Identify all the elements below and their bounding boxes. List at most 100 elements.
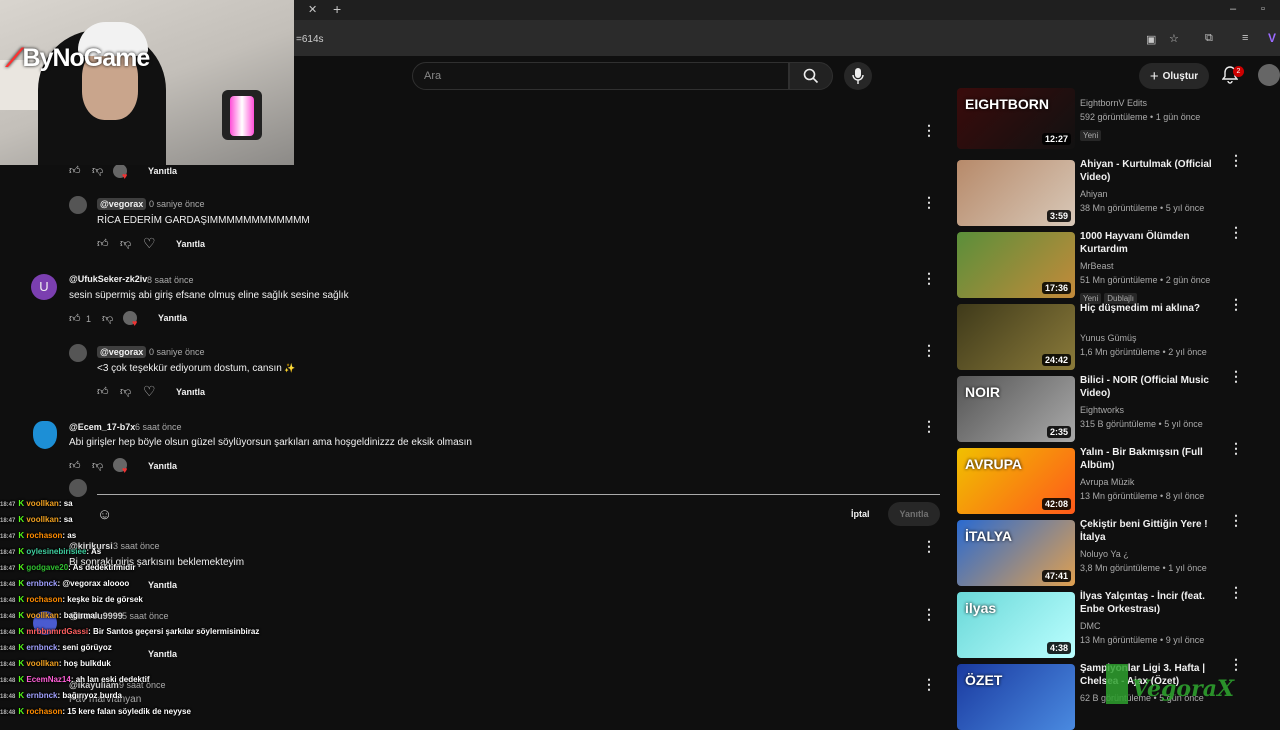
video-menu-icon[interactable]: ⋮: [1229, 512, 1243, 529]
comment-menu-icon[interactable]: ⋮: [922, 270, 936, 287]
video-thumbnail[interactable]: EIGHTBORN 12:27: [957, 88, 1075, 149]
video-title[interactable]: Yalın - Bir Bakmışsın (Full Albüm): [1080, 446, 1220, 472]
minimize-icon[interactable]: –: [1230, 3, 1236, 15]
dislike-icon[interactable]: 👎︎: [120, 237, 131, 250]
reply-button[interactable]: Yanıtla: [158, 313, 187, 323]
video-thumbnail[interactable]: 24:42: [957, 304, 1075, 370]
chat-username[interactable]: rochason: [26, 595, 62, 604]
video-thumbnail[interactable]: AVRUPA 42:08: [957, 448, 1075, 514]
like-icon[interactable]: 👍︎: [97, 385, 109, 398]
like-icon[interactable]: 👍︎: [97, 237, 109, 250]
chat-username[interactable]: godgave20: [26, 563, 68, 572]
reply-button[interactable]: Yanıtla: [148, 166, 177, 176]
channel-name[interactable]: Eightworks: [1080, 403, 1124, 417]
comment-menu-icon[interactable]: ⋮: [922, 538, 936, 555]
comment-menu-icon[interactable]: ⋮: [922, 122, 936, 139]
comment-time[interactable]: 3 saat önce: [113, 541, 160, 551]
video-title[interactable]: Ahiyan - Kurtulmak (Official Video): [1080, 158, 1220, 184]
comment-time[interactable]: 0 saniye önce: [149, 347, 205, 357]
profile-icon[interactable]: V: [1268, 31, 1276, 45]
create-button[interactable]: + Oluştur: [1139, 63, 1209, 89]
chat-username[interactable]: ernbnck: [26, 579, 57, 588]
install-icon[interactable]: ▣: [1146, 33, 1156, 46]
reply-input[interactable]: [97, 494, 940, 495]
channel-name[interactable]: Avrupa Müzik: [1080, 475, 1134, 489]
chat-username[interactable]: ernbnck: [26, 643, 57, 652]
chat-username[interactable]: voollkan: [26, 499, 58, 508]
heart-outline-icon[interactable]: ♡: [143, 235, 156, 252]
video-menu-icon[interactable]: ⋮: [1229, 224, 1243, 241]
video-thumbnail[interactable]: 17:36: [957, 232, 1075, 298]
chat-username[interactable]: rochason: [26, 707, 62, 716]
comment-time[interactable]: 8 saat önce: [147, 275, 194, 285]
comment-author[interactable]: @vegorax: [97, 346, 147, 358]
reply-button[interactable]: Yanıtla: [148, 461, 177, 471]
comment-time[interactable]: 0 saniye önce: [149, 199, 205, 209]
video-title[interactable]: Bilici - NOIR (Official Music Video): [1080, 374, 1220, 400]
reply-button[interactable]: Yanıtla: [176, 239, 205, 249]
comment-author[interactable]: @Ecem_17-b7x: [69, 422, 135, 432]
emoji-picker-icon[interactable]: ☺: [97, 506, 112, 523]
video-thumbnail[interactable]: 3:59: [957, 160, 1075, 226]
dislike-icon[interactable]: 👎︎: [102, 312, 113, 325]
reading-list-icon[interactable]: ≡: [1242, 32, 1248, 44]
comment-menu-icon[interactable]: ⋮: [922, 418, 936, 435]
chat-username[interactable]: voollkan: [26, 659, 58, 668]
video-thumbnail[interactable]: ilyas 4:38: [957, 592, 1075, 658]
comment-menu-icon[interactable]: ⋮: [922, 342, 936, 359]
channel-name[interactable]: DMC: [1080, 619, 1101, 633]
video-thumbnail[interactable]: İTALYA 47:41: [957, 520, 1075, 586]
reply-button[interactable]: Yanıtla: [148, 649, 177, 659]
dislike-icon[interactable]: 👎︎: [92, 459, 103, 472]
bookmark-star-icon[interactable]: ☆: [1169, 32, 1179, 45]
extensions-icon[interactable]: ⧉: [1205, 32, 1213, 45]
new-tab-icon[interactable]: +: [333, 1, 341, 17]
comment-menu-icon[interactable]: ⋮: [922, 676, 936, 693]
account-avatar[interactable]: [1258, 64, 1280, 86]
channel-name[interactable]: Ahiyan: [1080, 187, 1108, 201]
video-title[interactable]: 1000 Hayvanı Ölümden Kurtardım: [1080, 230, 1220, 256]
video-menu-icon[interactable]: ⋮: [1229, 368, 1243, 385]
voice-search-button[interactable]: [844, 62, 872, 90]
like-icon[interactable]: 👍︎: [69, 459, 81, 472]
comment-time[interactable]: 5 saat önce: [122, 611, 169, 621]
video-thumbnail[interactable]: ÖZET: [957, 664, 1075, 730]
video-menu-icon[interactable]: ⋮: [1229, 296, 1243, 313]
video-menu-icon[interactable]: ⋮: [1229, 152, 1243, 169]
chat-username[interactable]: rochason: [26, 531, 62, 540]
dislike-icon[interactable]: 👎︎: [92, 164, 103, 177]
video-menu-icon[interactable]: ⋮: [1229, 440, 1243, 457]
video-title[interactable]: İlyas Yalçıntaş - İncir (feat. Enbe Orke…: [1080, 590, 1220, 616]
comment-menu-icon[interactable]: ⋮: [922, 606, 936, 623]
chat-username[interactable]: mrbbnmrdGassi: [26, 627, 88, 636]
video-menu-icon[interactable]: ⋮: [1229, 584, 1243, 601]
channel-name[interactable]: EightbornV Edits: [1080, 96, 1147, 110]
dislike-icon[interactable]: 👎︎: [120, 385, 131, 398]
video-thumbnail[interactable]: NOIR 2:35: [957, 376, 1075, 442]
heart-outline-icon[interactable]: ♡: [143, 383, 156, 400]
submit-reply-button[interactable]: Yanıtla: [888, 502, 940, 526]
search-button[interactable]: [789, 62, 833, 90]
video-title[interactable]: Çekiştir beni Gittiğin Yere ! İtalya: [1080, 518, 1220, 544]
chat-username[interactable]: ernbnck: [26, 691, 57, 700]
channel-name[interactable]: MrBeast: [1080, 259, 1114, 273]
chat-username[interactable]: EcemNaz14: [26, 675, 70, 684]
like-icon[interactable]: 👍︎: [69, 164, 81, 177]
like-icon[interactable]: 👍︎: [69, 312, 81, 325]
chat-username[interactable]: voollkan: [26, 611, 58, 620]
maximize-icon[interactable]: ▫: [1261, 3, 1265, 15]
comment-time[interactable]: 6 saat önce: [135, 422, 182, 432]
search-input[interactable]: Ara: [412, 62, 789, 90]
channel-name[interactable]: Noluyo Ya ¿: [1080, 547, 1129, 561]
chat-username[interactable]: oylesinebirisiee: [26, 547, 86, 556]
reply-button[interactable]: Yanıtla: [176, 387, 205, 397]
tab-close-icon[interactable]: ✕: [308, 3, 317, 16]
comment-author[interactable]: @vegorax: [97, 198, 147, 210]
video-menu-icon[interactable]: ⋮: [1229, 656, 1243, 673]
comment-author[interactable]: @UfukSeker-zk2iv: [69, 274, 147, 284]
channel-name[interactable]: Yunus Gümüş: [1080, 331, 1137, 345]
comment-menu-icon[interactable]: ⋮: [922, 194, 936, 211]
reply-button[interactable]: Yanıtla: [148, 580, 177, 590]
chat-username[interactable]: voollkan: [26, 515, 58, 524]
cancel-button[interactable]: İptal: [851, 509, 870, 519]
